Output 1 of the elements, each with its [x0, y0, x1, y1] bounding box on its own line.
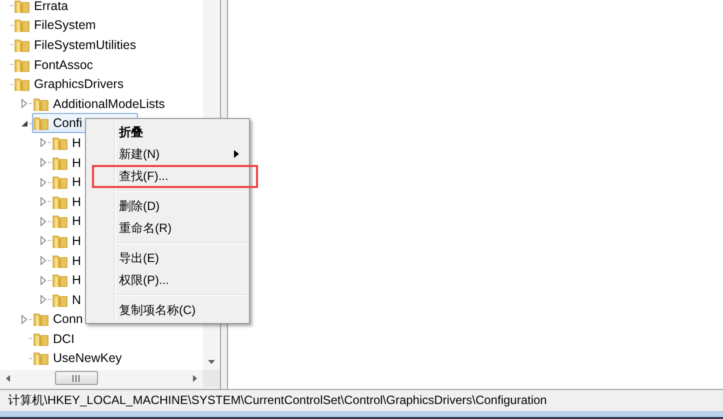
status-path: 计算机\HKEY_LOCAL_MACHINE\SYSTEM\CurrentControlSet\Control\GraphicsDrivers\Configuration [8, 392, 547, 409]
